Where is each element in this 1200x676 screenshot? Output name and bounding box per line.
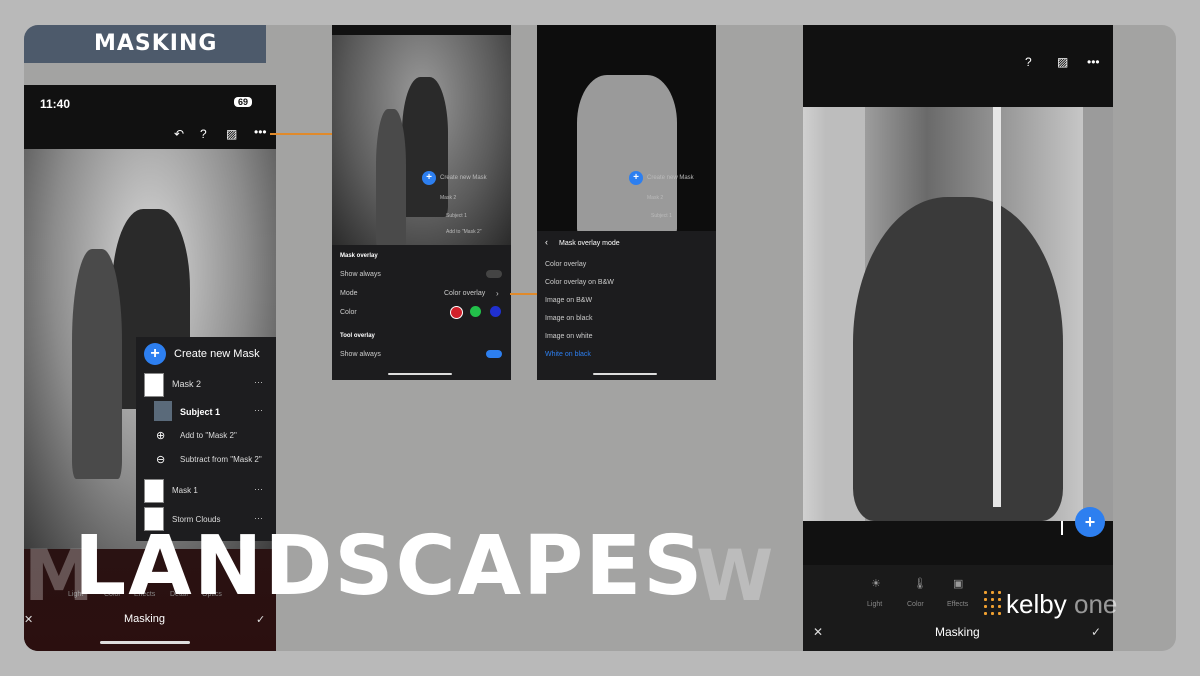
option-white-black[interactable]: White on black bbox=[545, 351, 591, 358]
menu-title: Mask overlay mode bbox=[559, 240, 620, 247]
subject1-more[interactable]: ··· bbox=[254, 405, 263, 415]
mask2-more[interactable]: ··· bbox=[254, 377, 263, 387]
tool-color-4[interactable]: Color bbox=[907, 601, 924, 608]
bottom-label-4: Masking bbox=[935, 625, 980, 639]
banner-title: MASKING bbox=[94, 31, 218, 56]
masking-banner: MASKING bbox=[24, 25, 266, 63]
more-icon-4[interactable]: ••• bbox=[1087, 55, 1100, 69]
connector-2 bbox=[510, 293, 538, 295]
option-color-overlay[interactable]: Color overlay bbox=[545, 261, 586, 268]
home-indicator-3 bbox=[593, 373, 657, 375]
battery-indicator: 69 bbox=[234, 97, 253, 107]
mask2-label-3[interactable]: Mask 2 bbox=[647, 195, 663, 201]
photo-divider bbox=[1061, 521, 1063, 535]
bottom-label: Masking bbox=[124, 613, 165, 625]
person-sadhu bbox=[853, 197, 1063, 521]
person-girl bbox=[72, 249, 122, 479]
add-to-label[interactable]: Add to "Mask 2" bbox=[180, 431, 237, 440]
tool-overlay-heading: Tool overlay bbox=[340, 333, 375, 339]
mask1-label[interactable]: Mask 1 bbox=[172, 486, 198, 495]
compare-icon-4[interactable]: ▨ bbox=[1057, 55, 1068, 69]
subject1-label-2[interactable]: Subject 1 bbox=[446, 213, 467, 219]
confirm-icon[interactable]: ✓ bbox=[256, 613, 265, 626]
trident-staff bbox=[993, 107, 1001, 507]
option-image-black[interactable]: Image on black bbox=[545, 315, 592, 322]
light-icon[interactable]: ☀ bbox=[871, 577, 881, 590]
overlay-settings: Mask overlay Show always Mode Color over… bbox=[332, 245, 511, 380]
create-mask-label-3[interactable]: Create new Mask bbox=[647, 175, 694, 181]
tool-effects-4[interactable]: Effects bbox=[947, 601, 968, 608]
person-girl-small bbox=[376, 109, 406, 249]
kelbyone-logo: kelby one bbox=[982, 585, 1132, 625]
overlay-mode-menu: ‹ Mask overlay mode Color overlay Color … bbox=[537, 231, 716, 380]
create-mask-button-3[interactable]: + bbox=[629, 171, 643, 185]
confirm-icon-4[interactable]: ✓ bbox=[1091, 625, 1101, 639]
show-always-toggle[interactable] bbox=[486, 270, 502, 278]
landscapes-title: LANDSCAPES bbox=[74, 519, 705, 614]
mask1-thumb[interactable] bbox=[144, 479, 164, 503]
show-always-label-2: Show always bbox=[340, 351, 381, 358]
chevron-right-icon[interactable]: › bbox=[496, 289, 499, 298]
back-chevron-icon[interactable]: ‹ bbox=[545, 237, 548, 247]
pillar-right bbox=[1083, 107, 1113, 521]
create-mask-button[interactable]: + bbox=[144, 343, 166, 365]
show-always-label: Show always bbox=[340, 271, 381, 278]
undo-icon[interactable]: ↶ bbox=[174, 127, 184, 141]
mask2-label-2[interactable]: Mask 2 bbox=[440, 195, 456, 201]
home-indicator bbox=[100, 641, 190, 644]
option-image-bw[interactable]: Image on B&W bbox=[545, 297, 592, 304]
help-icon[interactable]: ? bbox=[200, 127, 207, 141]
photo-sadhu bbox=[803, 107, 1113, 521]
help-icon-4[interactable]: ? bbox=[1025, 55, 1032, 69]
create-mask-label-2[interactable]: Create new Mask bbox=[440, 175, 487, 181]
photo-girls-small bbox=[332, 35, 511, 249]
option-image-white[interactable]: Image on white bbox=[545, 333, 592, 340]
logo-one: one bbox=[1074, 589, 1118, 619]
phone-4: ? ▨ ••• + ☀ Light 🌡 Color ▣ Effects ✕ Ma… bbox=[803, 25, 1113, 651]
status-time: 11:40 bbox=[40, 97, 71, 111]
subtract-label[interactable]: Subtract from "Mask 2" bbox=[180, 455, 262, 464]
tool-light-4[interactable]: Light bbox=[867, 601, 882, 608]
mask-panel: + Create new Mask Mask 2 ··· Subject 1 ·… bbox=[136, 337, 276, 541]
subject1-label-3[interactable]: Subject 1 bbox=[651, 213, 672, 219]
home-indicator-2 bbox=[388, 373, 452, 375]
more-icon[interactable]: ••• bbox=[254, 125, 267, 139]
ghost-letter-right: W bbox=[696, 535, 774, 617]
color-red[interactable] bbox=[450, 306, 463, 319]
add-to-icon[interactable]: ⊕ bbox=[156, 429, 165, 442]
create-mask-button-2[interactable]: + bbox=[422, 171, 436, 185]
create-mask-label[interactable]: Create new Mask bbox=[174, 348, 260, 360]
subject1-label[interactable]: Subject 1 bbox=[180, 407, 220, 417]
color-blue[interactable] bbox=[490, 306, 501, 317]
color-label: Color bbox=[340, 309, 357, 316]
effects-icon[interactable]: ▣ bbox=[953, 577, 963, 590]
mask-overlay-heading: Mask overlay bbox=[340, 253, 378, 259]
mask2-label[interactable]: Mask 2 bbox=[172, 379, 201, 389]
mode-value[interactable]: Color overlay bbox=[444, 290, 485, 297]
mask2-thumb[interactable] bbox=[144, 373, 164, 397]
logo-kelby: kelby bbox=[1006, 589, 1067, 619]
mode-label: Mode bbox=[340, 290, 358, 297]
phone-3: + Create new Mask Mask 2 Subject 1 ‹ Mas… bbox=[537, 25, 716, 380]
presentation-slide: MASKING 11:40 69 ↶ ? ▨ ••• + Create new … bbox=[24, 25, 1176, 651]
phone-2: + Create new Mask Mask 2 Subject 1 Add t… bbox=[332, 25, 511, 380]
color-icon[interactable]: 🌡 bbox=[913, 577, 927, 590]
add-to-label-2[interactable]: Add to "Mask 2" bbox=[446, 229, 482, 235]
add-mask-button[interactable]: + bbox=[1075, 507, 1105, 537]
show-always-toggle-2[interactable] bbox=[486, 350, 502, 358]
mask-silhouette bbox=[577, 75, 677, 235]
subject1-thumb[interactable] bbox=[154, 401, 172, 421]
close-icon-4[interactable]: ✕ bbox=[813, 625, 823, 639]
color-green[interactable] bbox=[470, 306, 481, 317]
logo-mark-icon bbox=[982, 589, 1002, 619]
compare-icon[interactable]: ▨ bbox=[226, 127, 237, 141]
subtract-icon[interactable]: ⊖ bbox=[156, 453, 165, 466]
option-color-overlay-bw[interactable]: Color overlay on B&W bbox=[545, 279, 614, 286]
mask1-more[interactable]: ··· bbox=[254, 484, 263, 494]
